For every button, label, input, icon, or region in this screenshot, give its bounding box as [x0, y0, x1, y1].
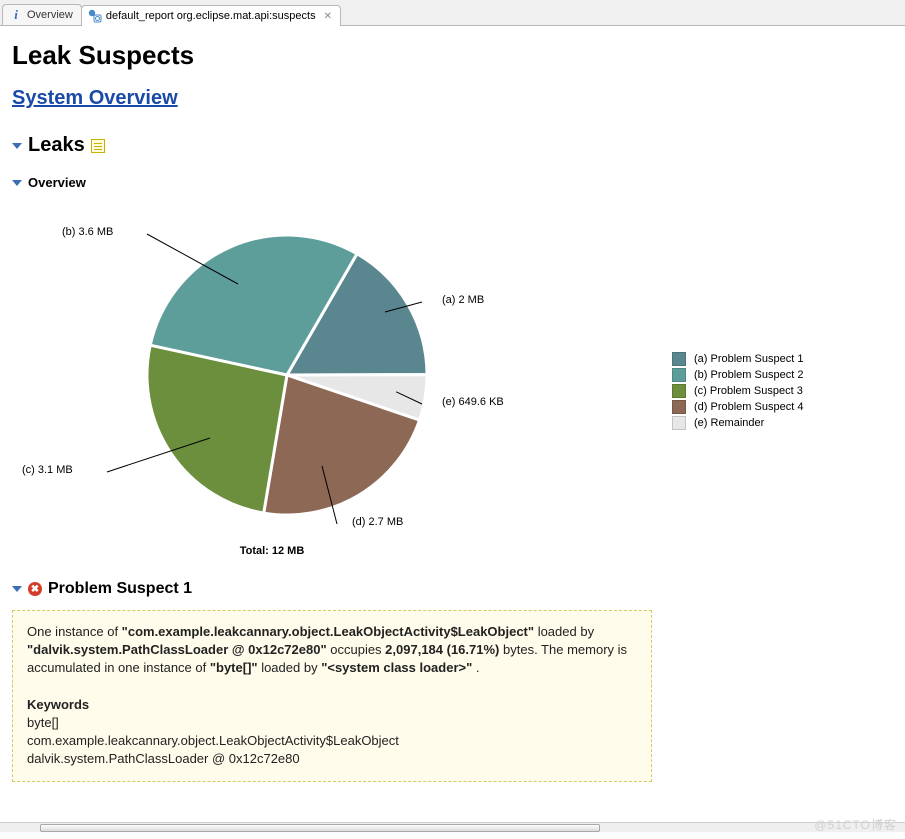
section-overview-title: Overview: [28, 175, 86, 190]
legend-swatch: [672, 400, 686, 414]
legend-swatch: [672, 416, 686, 430]
p1-class: "com.example.leakcannary.object.LeakObje…: [122, 624, 534, 639]
p1-kw2: com.example.leakcannary.object.LeakObjec…: [27, 733, 399, 748]
p1-kw1: byte[]: [27, 715, 59, 730]
legend-swatch: [672, 352, 686, 366]
legend-swatch: [672, 384, 686, 398]
tab-bar: i Overview default_report org.eclipse.ma…: [0, 0, 905, 26]
info-icon: i: [9, 8, 23, 22]
legend-swatch: [672, 368, 686, 382]
pie-chart-zone: (a) 2 MB (e) 649.6 KB (d) 2.7 MB (c) 3.1 MB…: [12, 210, 893, 570]
legend-item-a: (a) Problem Suspect 1: [672, 352, 803, 366]
close-icon[interactable]: ✕: [324, 11, 332, 22]
pie-label-c: (c) 3.1 MB: [22, 464, 73, 476]
pie-total-label: Total: 12 MB: [12, 545, 532, 557]
tab-overview[interactable]: i Overview: [2, 4, 82, 25]
p1-syscl: "<system class loader>": [321, 660, 472, 675]
pie-label-d: (d) 2.7 MB: [352, 516, 403, 528]
p1-loadedby: loaded by: [538, 624, 594, 639]
p1-kw-heading: Keywords: [27, 697, 89, 712]
document-icon: [91, 139, 105, 153]
legend-item-b: (b) Problem Suspect 2: [672, 368, 803, 382]
section-problem1-title: Problem Suspect 1: [48, 580, 192, 598]
twisty-overview[interactable]: [12, 180, 22, 186]
p1-prefix: One instance of: [27, 624, 122, 639]
section-leaks-title: Leaks: [28, 134, 85, 157]
legend-label: (c) Problem Suspect 3: [694, 385, 803, 397]
tab-report[interactable]: default_report org.eclipse.mat.api:suspe…: [81, 5, 341, 26]
legend-label: (d) Problem Suspect 4: [694, 401, 803, 413]
scrollbar-thumb[interactable]: [40, 824, 600, 832]
legend: (a) Problem Suspect 1 (b) Problem Suspect…: [672, 350, 803, 432]
legend-item-e: (e) Remainder: [672, 416, 803, 430]
legend-item-d: (d) Problem Suspect 4: [672, 400, 803, 414]
page-title: Leak Suspects: [12, 40, 893, 71]
problem-suspect-1-box: One instance of "com.example.leakcannary…: [12, 610, 652, 782]
legend-label: (a) Problem Suspect 1: [694, 353, 803, 365]
legend-label: (e) Remainder: [694, 417, 764, 429]
legend-item-c: (c) Problem Suspect 3: [672, 384, 803, 398]
content-area: Leak Suspects System Overview Leaks Over…: [0, 26, 905, 822]
pie-label-b: (b) 3.6 MB: [62, 226, 113, 238]
error-icon: ✖: [28, 582, 42, 596]
p1-lb2: loaded by: [261, 660, 321, 675]
system-overview-link[interactable]: System Overview: [12, 87, 178, 110]
p1-period: .: [476, 660, 480, 675]
legend-label: (b) Problem Suspect 2: [694, 369, 803, 381]
p1-occval: 2,097,184 (16.71%): [385, 642, 499, 657]
twisty-leaks[interactable]: [12, 143, 22, 149]
tab-overview-label: Overview: [27, 9, 73, 21]
report-icon: [88, 9, 102, 23]
problem1-paragraph: One instance of "com.example.leakcannary…: [27, 623, 637, 678]
pie-label-e: (e) 649.6 KB: [442, 396, 504, 408]
pie-chart: (a) 2 MB (e) 649.6 KB (d) 2.7 MB (c) 3.1 MB…: [12, 210, 532, 570]
pie-label-a: (a) 2 MB: [442, 294, 484, 306]
p1-kw3: dalvik.system.PathClassLoader @ 0x12c72e…: [27, 751, 300, 766]
leader-lines: [12, 210, 532, 570]
p1-occ: occupies: [330, 642, 385, 657]
tab-report-label: default_report org.eclipse.mat.api:suspe…: [106, 10, 316, 22]
p1-loader: "dalvik.system.PathClassLoader @ 0x12c72…: [27, 642, 327, 657]
horizontal-scrollbar[interactable]: [0, 822, 905, 832]
p1-bytearr: "byte[]": [210, 660, 258, 675]
twisty-problem1[interactable]: [12, 586, 22, 592]
